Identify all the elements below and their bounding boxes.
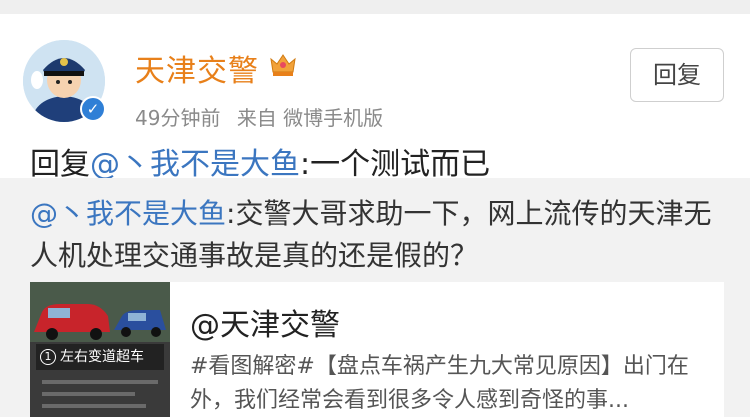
post-source[interactable]: 来自 微博手机版 <box>237 106 383 130</box>
thumbnail-caption: 1 左右变道超车 <box>36 344 164 370</box>
thumbnail-number: 1 <box>40 349 56 365</box>
thumbnail-text-lines <box>42 380 158 416</box>
reply-button[interactable]: 回复 <box>630 48 724 102</box>
reply-body: :一个测试而已 <box>300 147 491 182</box>
reply-prefix: 回复 <box>30 147 90 182</box>
post-meta: 49分钟前 来自 微博手机版 <box>135 102 393 131</box>
link-card[interactable]: 1 左右变道超车 @天津交警 #看图解密#【盘点车祸产生九大常见原因】出门在外，我… <box>30 282 724 417</box>
weibo-post: ✓ 天津交警 49分钟前 来自 微博手机版 回复 回复@丶我不是大鱼:一个测试而… <box>0 14 750 182</box>
quoted-text: @丶我不是大鱼:交警大哥求助一下，网上流传的天津无人机处理交通事故是真的还是假的… <box>30 193 720 277</box>
crown-icon[interactable] <box>268 50 298 78</box>
card-title[interactable]: @天津交警 <box>190 300 340 344</box>
thumbnail-label: 左右变道超车 <box>60 349 144 365</box>
reply-mention-link[interactable]: @丶我不是大鱼 <box>90 147 300 182</box>
car-illustration-icon <box>30 282 170 342</box>
quoted-mention-link[interactable]: @丶我不是大鱼 <box>30 197 226 230</box>
reply-content: 回复@丶我不是大鱼:一个测试而已 <box>30 139 490 183</box>
card-thumbnail: 1 左右变道超车 <box>30 282 170 417</box>
username[interactable]: 天津交警 <box>135 46 259 90</box>
card-description: #看图解密#【盘点车祸产生九大常见原因】出门在外，我们经常会看到很多令人感到奇怪… <box>190 354 689 413</box>
quoted-post[interactable]: @丶我不是大鱼:交警大哥求助一下，网上流传的天津无人机处理交通事故是真的还是假的… <box>0 178 750 417</box>
post-time: 49分钟前 <box>135 106 221 130</box>
top-strip <box>0 0 750 14</box>
verified-badge-icon: ✓ <box>80 96 106 122</box>
